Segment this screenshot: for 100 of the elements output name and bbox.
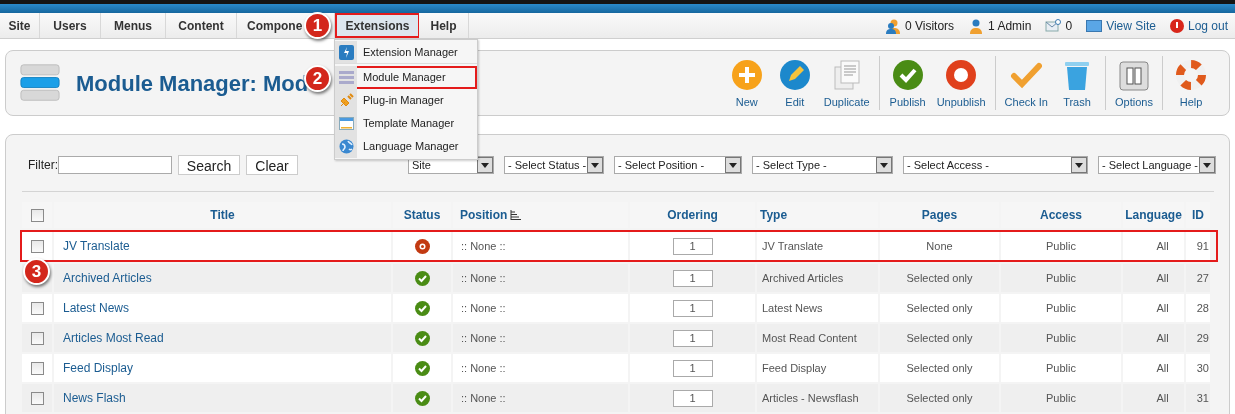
ordering-field[interactable]: 1	[672, 237, 713, 255]
status-text: 0 Visitors	[904, 17, 955, 35]
record-circle-icon[interactable]	[414, 238, 430, 254]
module-stack-icon	[20, 63, 60, 103]
toolbar-button[interactable]: Trash	[1053, 56, 1101, 110]
menu-item[interactable]: Module Manager	[335, 66, 477, 89]
search-button[interactable]: Search	[178, 155, 240, 175]
select-dropdown[interactable]: - Select Language -	[1098, 156, 1216, 174]
position-cell-text: :: None ::	[460, 270, 506, 286]
users-icon	[884, 17, 901, 34]
language-cell-text: All	[1155, 330, 1169, 346]
toolbar-button[interactable]: Edit	[770, 56, 819, 110]
toolbar-button[interactable]: Options	[1110, 56, 1158, 110]
id-cell-text: 29	[1196, 330, 1210, 346]
filter-label: Filter:	[28, 157, 58, 174]
module-title-link[interactable]: Latest News	[54, 299, 130, 317]
checkbox[interactable]	[30, 361, 44, 375]
language-cell-text: All	[1155, 360, 1169, 376]
checkbox[interactable]	[30, 239, 44, 253]
access-cell-text: Public	[1046, 270, 1076, 286]
language-cell-text: All	[1155, 238, 1169, 254]
menu-tab[interactable]: Extensions	[335, 13, 419, 38]
toolbar-button[interactable]: Unpublish	[931, 56, 991, 110]
access-cell-text: Public	[1046, 238, 1076, 254]
access-cell-text: Public	[1046, 360, 1076, 376]
id-cell-text: 31	[1196, 390, 1210, 406]
lightning-icon	[338, 44, 354, 60]
list-icon	[338, 71, 354, 84]
record-icon	[945, 58, 978, 91]
pages-cell-text: None	[926, 238, 953, 254]
checkbox[interactable]	[30, 208, 44, 222]
ordering-field[interactable]: 1	[672, 299, 713, 317]
lifebuoy-icon	[1175, 58, 1207, 91]
user-icon	[968, 17, 985, 34]
status-link[interactable]: Log out	[1187, 16, 1228, 35]
select-dropdown[interactable]: - Select Position -	[614, 156, 742, 174]
check-icon	[891, 58, 924, 91]
toolbar-button[interactable]: Help	[1167, 56, 1215, 110]
check-circle-icon[interactable]	[414, 390, 430, 406]
filter-field[interactable]	[58, 156, 172, 174]
id-cell-text: 27	[1196, 270, 1210, 286]
select-dropdown[interactable]: - Select Access -	[903, 156, 1088, 174]
toolbar-button[interactable]: Check In	[999, 56, 1053, 110]
clear-button[interactable]: Clear	[246, 155, 298, 175]
ordering-field[interactable]: 1	[672, 329, 713, 347]
select-dropdown[interactable]: - Select Type -	[752, 156, 893, 174]
status-link[interactable]: View Site	[1106, 16, 1156, 35]
check-circle-icon[interactable]	[414, 270, 430, 286]
id-cell-text: 91	[1196, 238, 1210, 254]
menu-tab[interactable]: Menus	[101, 13, 166, 38]
power-icon	[1169, 18, 1184, 33]
ordering-field[interactable]: 1	[672, 389, 713, 407]
position-cell-text: :: None ::	[460, 360, 506, 376]
menu-tab[interactable]: Site	[0, 13, 40, 38]
id-cell-text: 30	[1196, 360, 1210, 376]
checkbox[interactable]	[30, 331, 44, 345]
position-cell-text: :: None ::	[460, 238, 506, 254]
type-cell-text: Archived Articles	[761, 270, 844, 286]
check-circle-icon[interactable]	[414, 330, 430, 346]
toolbar-button[interactable]: New	[722, 56, 771, 110]
type-cell-text: JV Translate	[761, 238, 824, 254]
switches-icon	[1119, 60, 1149, 91]
ordering-field[interactable]: 1	[672, 359, 713, 377]
position-cell-text: :: None ::	[460, 330, 506, 346]
menu-tab[interactable]: Content	[166, 13, 237, 38]
plug-icon	[338, 93, 354, 108]
pages-cell-text: Selected only	[906, 330, 973, 346]
status-text: 0	[1065, 17, 1073, 35]
toolbar-button[interactable]: Duplicate	[818, 56, 875, 110]
checkbox[interactable]	[30, 301, 44, 315]
menu-tab[interactable]: Help	[419, 13, 469, 38]
check-circle-icon[interactable]	[414, 300, 430, 316]
type-cell-text: Most Read Content	[761, 330, 857, 346]
checkbox[interactable]	[30, 391, 44, 405]
id-cell-text: 28	[1196, 300, 1210, 316]
language-cell-text: All	[1155, 300, 1169, 316]
module-title-link[interactable]: Archived Articles	[54, 269, 152, 287]
menu-item[interactable]: Template Manager	[335, 112, 477, 135]
module-title-link[interactable]: News Flash	[54, 389, 126, 407]
select-dropdown[interactable]: - Select Status -	[504, 156, 604, 174]
globe-icon	[338, 139, 354, 154]
menu-item[interactable]: Language Manager	[335, 135, 477, 158]
module-title-link[interactable]: Feed Display	[54, 359, 134, 377]
menu-tab[interactable]: Users	[40, 13, 101, 38]
module-title-link[interactable]: JV Translate	[54, 237, 130, 255]
monitor-icon	[1086, 19, 1103, 32]
check-circle-icon[interactable]	[414, 360, 430, 376]
pages-cell-text: Selected only	[906, 300, 973, 316]
ordering-field[interactable]: 1	[672, 269, 713, 287]
type-cell-text: Articles - Newsflash	[761, 390, 859, 406]
type-cell-text: Feed Display	[761, 360, 827, 376]
language-cell-text: All	[1155, 270, 1169, 286]
menu-item[interactable]: Extension Manager	[335, 41, 477, 64]
position-cell-text: :: None ::	[460, 390, 506, 406]
type-cell-text: Latest News	[761, 300, 823, 316]
status-text: 1 Admin	[988, 17, 1032, 35]
sort-icon	[510, 210, 522, 220]
menu-item[interactable]: Plug-in Manager	[335, 89, 477, 112]
message-icon	[1045, 18, 1062, 33]
toolbar-button[interactable]: Publish	[883, 56, 932, 110]
